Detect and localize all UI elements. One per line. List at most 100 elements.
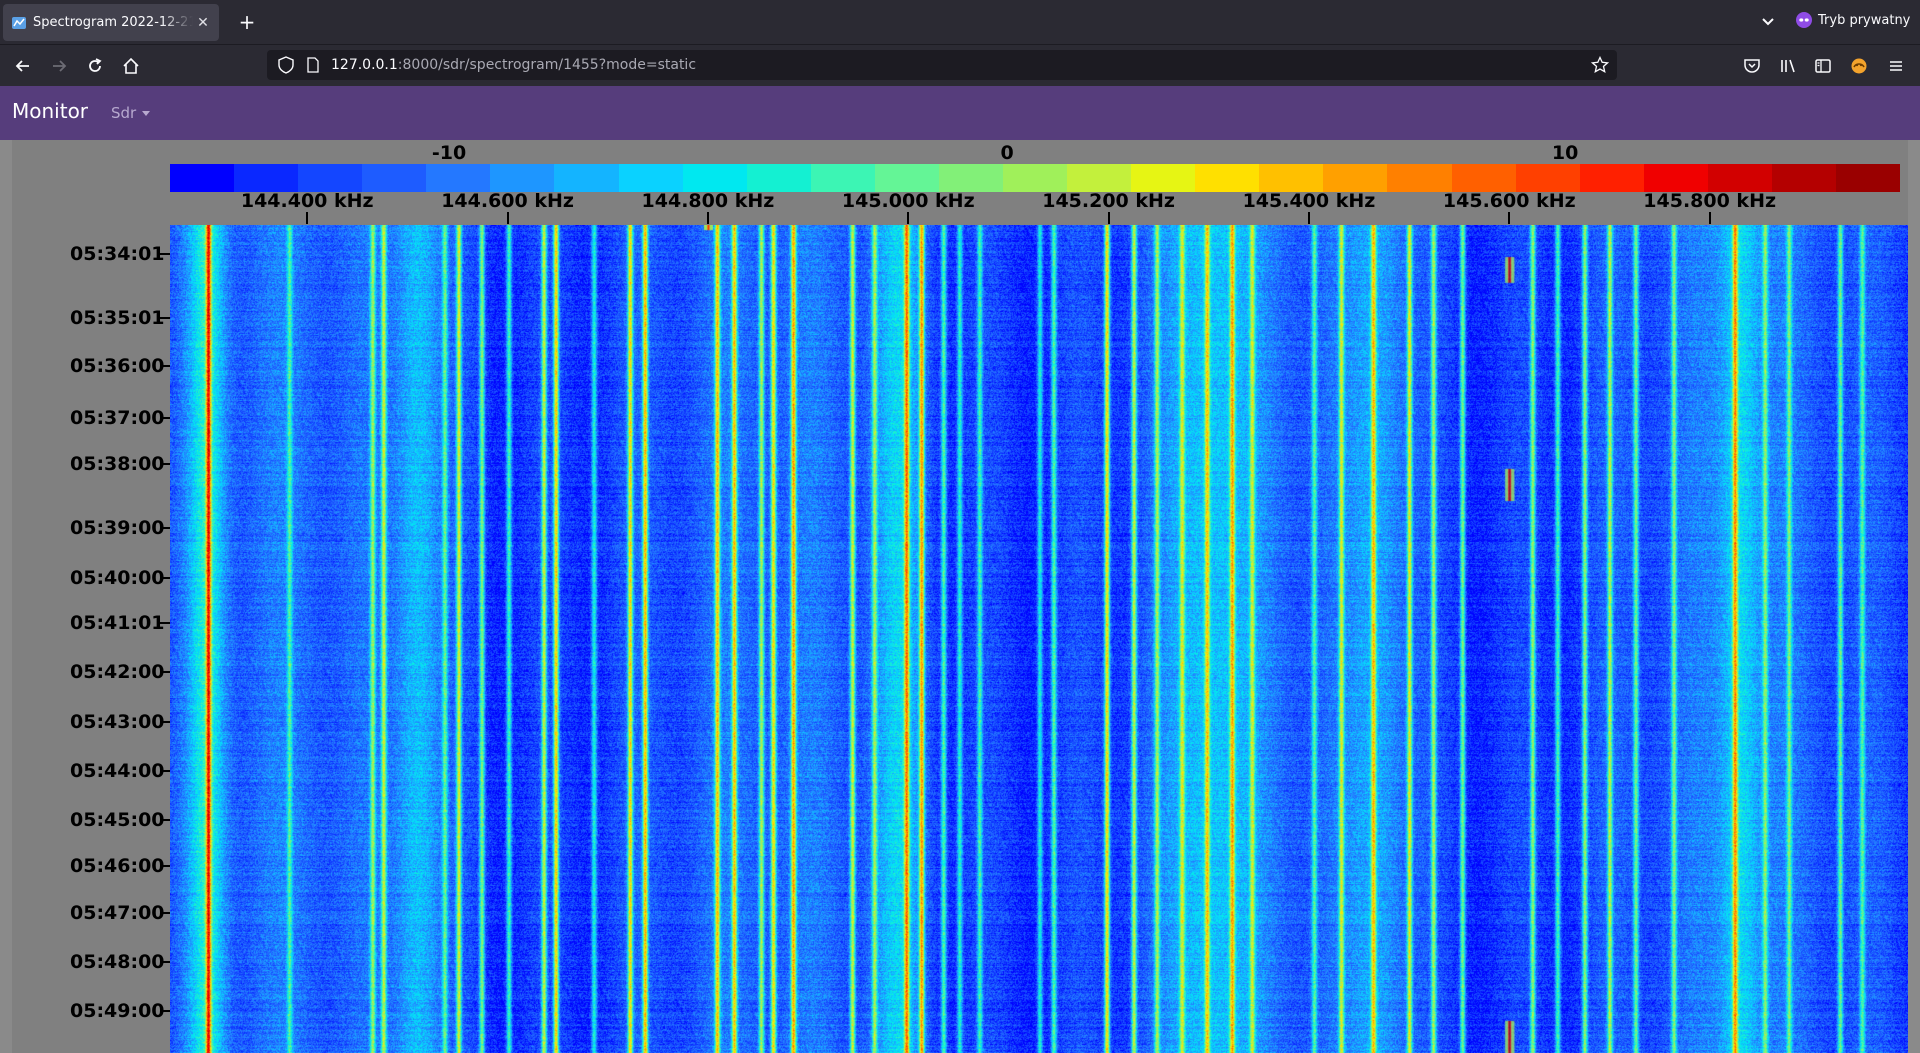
colorbar-swatch bbox=[1579, 164, 1644, 192]
time-tick-label: 05:36:00 bbox=[70, 355, 165, 378]
frequency-tick-label: 145.800 kHz bbox=[1643, 190, 1777, 212]
colorbar-swatch bbox=[682, 164, 747, 192]
time-tick-label: 05:40:00 bbox=[70, 567, 165, 590]
time-tick-mark bbox=[160, 252, 170, 255]
frequency-tick-mark bbox=[1107, 212, 1110, 224]
app-navbar: Monitor Sdr bbox=[0, 86, 1920, 140]
time-tick-mark bbox=[160, 720, 170, 723]
time-tick-label: 05:41:01 bbox=[70, 611, 165, 634]
brand-link[interactable]: Monitor bbox=[12, 99, 88, 123]
time-tick-label: 05:37:00 bbox=[70, 406, 165, 429]
page-icon[interactable] bbox=[305, 57, 321, 73]
url-host: 127.0.0.1 bbox=[331, 57, 398, 73]
time-tick-label: 05:46:00 bbox=[70, 854, 165, 877]
caret-down-icon bbox=[142, 111, 151, 116]
tab-title: Spectrogram 2022-12-21 0 bbox=[33, 15, 193, 30]
frequency-tick-label: 145.400 kHz bbox=[1242, 190, 1376, 212]
time-tick-mark bbox=[160, 864, 170, 867]
forward-button[interactable] bbox=[47, 54, 71, 78]
url-bar[interactable]: 127.0.0.1:8000/sdr/spectrogram/1455?mode… bbox=[267, 50, 1617, 80]
frequency-tick-mark bbox=[306, 212, 309, 224]
time-tick-label: 05:48:00 bbox=[70, 950, 165, 973]
colorbar-swatch bbox=[1195, 164, 1260, 192]
frequency-tick-label: 145.600 kHz bbox=[1442, 190, 1576, 212]
home-button[interactable] bbox=[119, 54, 143, 78]
colorbar-tick-label: 10 bbox=[1551, 142, 1579, 164]
app-menu-button[interactable] bbox=[1884, 54, 1908, 78]
home-icon bbox=[123, 57, 139, 74]
colorbar-swatch bbox=[618, 164, 683, 192]
url-text[interactable]: 127.0.0.1:8000/sdr/spectrogram/1455?mode… bbox=[331, 57, 696, 73]
time-tick-mark bbox=[160, 462, 170, 465]
time-tick-label: 05:45:00 bbox=[70, 809, 165, 831]
time-tick-mark bbox=[160, 317, 170, 320]
frequency-tick-mark bbox=[706, 212, 709, 224]
library-button[interactable] bbox=[1776, 54, 1800, 78]
browser-tab[interactable]: Spectrogram 2022-12-21 0 ✕ bbox=[3, 4, 219, 41]
sdr-dropdown-label: Sdr bbox=[111, 104, 137, 122]
new-tab-button[interactable]: + bbox=[234, 9, 260, 35]
colorbar-swatch bbox=[298, 164, 363, 192]
time-tick-label: 05:38:00 bbox=[70, 452, 165, 475]
colorbar-swatch bbox=[554, 164, 619, 192]
pocket-icon bbox=[1744, 59, 1760, 73]
sdr-dropdown[interactable]: Sdr bbox=[111, 104, 151, 122]
back-button[interactable] bbox=[11, 54, 35, 78]
time-tick-label: 05:44:00 bbox=[70, 759, 165, 782]
colorbar-swatch bbox=[938, 164, 1004, 192]
chevron-down-icon[interactable] bbox=[1758, 12, 1778, 32]
colorbar-swatch bbox=[1003, 164, 1068, 192]
extension-button[interactable] bbox=[1847, 54, 1871, 78]
time-tick-mark bbox=[160, 526, 170, 529]
colorbar-tick-label: -10 bbox=[431, 142, 467, 164]
colorbar-swatch bbox=[1771, 164, 1837, 192]
time-tick-mark bbox=[160, 577, 170, 580]
close-tab-icon[interactable]: ✕ bbox=[193, 15, 213, 31]
time-tick-mark bbox=[160, 1010, 170, 1013]
star-icon[interactable] bbox=[1591, 56, 1609, 74]
colorbar-swatch bbox=[1515, 164, 1580, 192]
frequency-tick-mark bbox=[1708, 212, 1711, 224]
colorbar bbox=[170, 164, 1901, 192]
hamburger-menu-icon bbox=[1890, 61, 1902, 71]
colorbar-tick-label: 0 bbox=[1000, 142, 1014, 164]
spectrogram-panel: -10 0 10 144.400 kHz 144.600 kHz 144.800 kHz… bbox=[12, 140, 1908, 1053]
time-tick-label: 05:39:00 bbox=[70, 516, 165, 539]
colorbar-swatch bbox=[1323, 164, 1388, 192]
arrow-left-icon bbox=[15, 60, 29, 72]
time-tick-mark bbox=[160, 960, 170, 963]
time-tick-label: 05:42:00 bbox=[70, 661, 165, 684]
spectrogram-canvas[interactable] bbox=[170, 225, 1908, 1053]
favicon-icon bbox=[12, 16, 26, 29]
time-tick-mark bbox=[160, 621, 170, 624]
time-tick-mark bbox=[160, 769, 170, 772]
shield-icon[interactable] bbox=[277, 56, 295, 74]
frequency-tick-label: 144.800 kHz bbox=[641, 190, 775, 212]
time-tick-mark bbox=[160, 416, 170, 419]
colorbar-swatch bbox=[746, 164, 811, 192]
colorbar-swatch bbox=[170, 164, 235, 192]
pocket-button[interactable] bbox=[1740, 54, 1764, 78]
time-tick-label: 05:47:00 bbox=[70, 902, 165, 925]
frequency-tick-mark bbox=[907, 212, 910, 224]
time-tick-label: 05:49:00 bbox=[70, 1000, 165, 1023]
colorbar-swatch bbox=[1643, 164, 1708, 192]
colorbar-swatch bbox=[810, 164, 875, 192]
reload-button[interactable] bbox=[83, 54, 107, 78]
colorbar-swatch bbox=[234, 164, 299, 192]
frequency-tick-mark bbox=[1307, 212, 1310, 224]
browser-nav-bar: 127.0.0.1:8000/sdr/spectrogram/1455?mode… bbox=[0, 44, 1920, 86]
private-browsing-indicator: Tryb prywatny bbox=[1796, 12, 1910, 28]
colorbar-swatch bbox=[1131, 164, 1196, 192]
colorbar-swatch bbox=[1387, 164, 1452, 192]
colorbar-swatch bbox=[874, 164, 939, 192]
frequency-tick-label: 144.600 kHz bbox=[441, 190, 574, 212]
frequency-tick-label: 145.000 kHz bbox=[841, 190, 975, 212]
colorbar-swatch bbox=[1707, 164, 1772, 192]
sidebar-button[interactable] bbox=[1811, 54, 1835, 78]
colorbar-swatch bbox=[426, 164, 491, 192]
reload-icon bbox=[89, 58, 102, 72]
browser-tab-bar: Spectrogram 2022-12-21 0 ✕ + Tryb prywat… bbox=[0, 0, 1920, 44]
time-tick-mark bbox=[160, 912, 170, 915]
time-tick-mark bbox=[160, 819, 170, 821]
